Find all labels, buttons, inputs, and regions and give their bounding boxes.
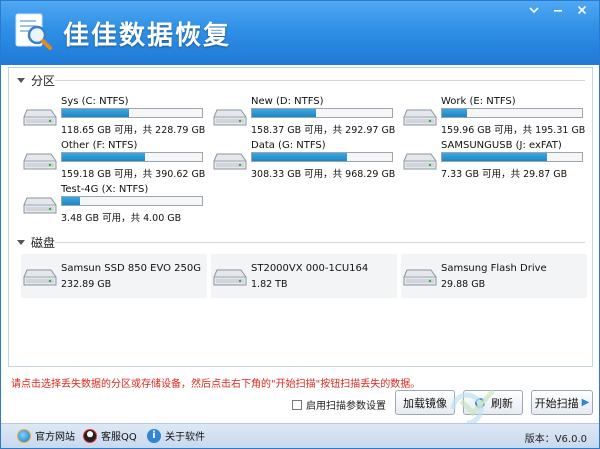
info-icon: i (147, 428, 161, 443)
disks-section-header[interactable]: 磁盘 (17, 234, 55, 250)
partition-capacity: 7.33 GB 可用，共 29.87 GB (441, 169, 568, 180)
hard-drive-icon (403, 109, 437, 126)
instruction-hint: 请点击选择丢失数据的分区或存储设备，然后点击右下角的"开始扫描"按钮扫描丢失的数… (11, 379, 421, 390)
hard-drive-icon (23, 269, 57, 286)
partitions-label: 分区 (31, 73, 56, 88)
disk-name: Samsung Flash Drive (441, 263, 547, 274)
load-image-button[interactable]: 加载镜像 (395, 390, 455, 415)
scan-params-label: 启用扫描参数设置 (306, 401, 386, 412)
disk-capacity: 1.82 TB (251, 279, 288, 290)
status-bar: 官方网站 客服QQ i 关于软件 版本：V6.0.0 (1, 423, 599, 448)
refresh-button[interactable]: 刷新 (463, 390, 523, 415)
disk-item[interactable]: Samsun SSD 850 EVO 250G 232.89 GB (21, 254, 207, 298)
collapse-arrow-icon[interactable] (17, 239, 25, 245)
disk-capacity: 29.88 GB (441, 279, 486, 290)
disk-item[interactable]: Samsung Flash Drive 29.88 GB (401, 254, 587, 298)
app-window: 佳佳数据恢复 分区 Sys (C: NTFS) 118.65 GB 可用，共 22… (0, 0, 600, 449)
section-divider (55, 242, 585, 243)
close-icon[interactable] (571, 3, 593, 21)
disk-name: Samsun SSD 850 EVO 250G (61, 263, 201, 274)
partition-item[interactable]: New (D: NTFS) 158.37 GB 可用，共 292.97 GB (211, 94, 397, 138)
device-list-panel: 分区 Sys (C: NTFS) 118.65 GB 可用，共 228.79 GB… (8, 67, 593, 367)
partition-name: SAMSUNGUSB (J: exFAT) (441, 140, 562, 151)
usage-bar-fill (62, 153, 145, 161)
partition-capacity: 159.18 GB 可用，共 390.62 GB (61, 169, 206, 180)
partition-capacity: 159.96 GB 可用，共 195.31 GB (441, 125, 586, 136)
partition-item[interactable]: Sys (C: NTFS) 118.65 GB 可用，共 228.79 GB (21, 94, 207, 138)
ie-browser-icon (17, 428, 31, 443)
usage-bar (61, 108, 203, 118)
hard-drive-icon (213, 269, 247, 286)
disk-capacity: 232.89 GB (61, 279, 112, 290)
qq-label: 客服QQ (101, 432, 137, 443)
usage-bar (61, 152, 203, 162)
collapse-arrow-icon[interactable] (17, 77, 25, 83)
start-scan-button[interactable]: 开始扫描 ▶ (531, 390, 593, 415)
hard-drive-icon (213, 109, 247, 126)
hard-drive-icon (213, 153, 247, 170)
section-divider (55, 80, 585, 81)
app-logo-icon (15, 13, 52, 50)
scan-params-checkbox[interactable] (292, 399, 302, 410)
disk-item[interactable]: ST2000VX 000-1CU164 1.82 TB (211, 254, 397, 298)
chevron-right-icon: ▶ (581, 397, 590, 408)
disks-label: 磁盘 (31, 235, 56, 250)
partition-capacity: 3.48 GB 可用，共 4.00 GB (61, 213, 182, 224)
hard-drive-icon (403, 153, 437, 170)
usage-bar-fill (442, 153, 547, 161)
refresh-icon (475, 397, 485, 408)
start-scan-label: 开始扫描 (534, 396, 579, 410)
usage-bar-fill (252, 153, 347, 161)
refresh-label: 刷新 (491, 396, 513, 410)
partition-name: Test-4G (X: NTFS) (61, 184, 149, 195)
usage-bar (251, 152, 393, 162)
hard-drive-icon (23, 109, 57, 126)
partition-item[interactable]: Data (G: NTFS) 308.33 GB 可用，共 968.29 GB (211, 138, 397, 182)
website-link[interactable]: 官方网站 (17, 428, 75, 443)
about-link[interactable]: i 关于软件 (147, 428, 205, 443)
load-image-label: 加载镜像 (403, 396, 447, 410)
website-label: 官方网站 (35, 432, 75, 443)
partition-name: Data (G: NTFS) (251, 140, 326, 151)
partition-item[interactable]: SAMSUNGUSB (J: exFAT) 7.33 GB 可用，共 29.87 … (401, 138, 587, 182)
partition-capacity: 158.37 GB 可用，共 292.97 GB (251, 125, 396, 136)
hard-drive-icon (23, 197, 57, 214)
partition-name: Other (F: NTFS) (61, 140, 138, 151)
hard-drive-icon (23, 153, 57, 170)
partition-name: Work (E: NTFS) (441, 96, 516, 107)
usage-bar-fill (442, 109, 467, 117)
usage-bar (441, 152, 583, 162)
menu-icon[interactable] (523, 3, 545, 21)
partition-capacity: 118.65 GB 可用，共 228.79 GB (61, 125, 206, 136)
usage-bar (61, 196, 203, 206)
qq-support-link[interactable]: 客服QQ (83, 428, 137, 443)
usage-bar-fill (252, 109, 316, 117)
minimize-icon[interactable] (547, 3, 569, 21)
usage-bar-fill (62, 109, 129, 117)
qq-penguin-icon (83, 428, 97, 443)
about-label: 关于软件 (165, 432, 205, 443)
partition-item[interactable]: Test-4G (X: NTFS) 3.48 GB 可用，共 4.00 GB (21, 182, 207, 226)
partition-name: Sys (C: NTFS) (61, 96, 129, 107)
partition-item[interactable]: Work (E: NTFS) 159.96 GB 可用，共 195.31 GB (401, 94, 587, 138)
partitions-section-header[interactable]: 分区 (17, 72, 55, 88)
title-bar[interactable]: 佳佳数据恢复 (1, 1, 599, 65)
usage-bar-fill (62, 197, 80, 205)
version-label: 版本：V6.0.0 (524, 434, 587, 445)
scan-params-option[interactable]: 启用扫描参数设置 (292, 397, 386, 412)
partition-capacity: 308.33 GB 可用，共 968.29 GB (251, 169, 396, 180)
app-title: 佳佳数据恢复 (63, 21, 232, 51)
usage-bar (441, 108, 583, 118)
partition-name: New (D: NTFS) (251, 96, 324, 107)
hard-drive-icon (403, 269, 437, 286)
usage-bar (251, 108, 393, 118)
partition-item[interactable]: Other (F: NTFS) 159.18 GB 可用，共 390.62 GB (21, 138, 207, 182)
disk-name: ST2000VX 000-1CU164 (251, 263, 369, 274)
